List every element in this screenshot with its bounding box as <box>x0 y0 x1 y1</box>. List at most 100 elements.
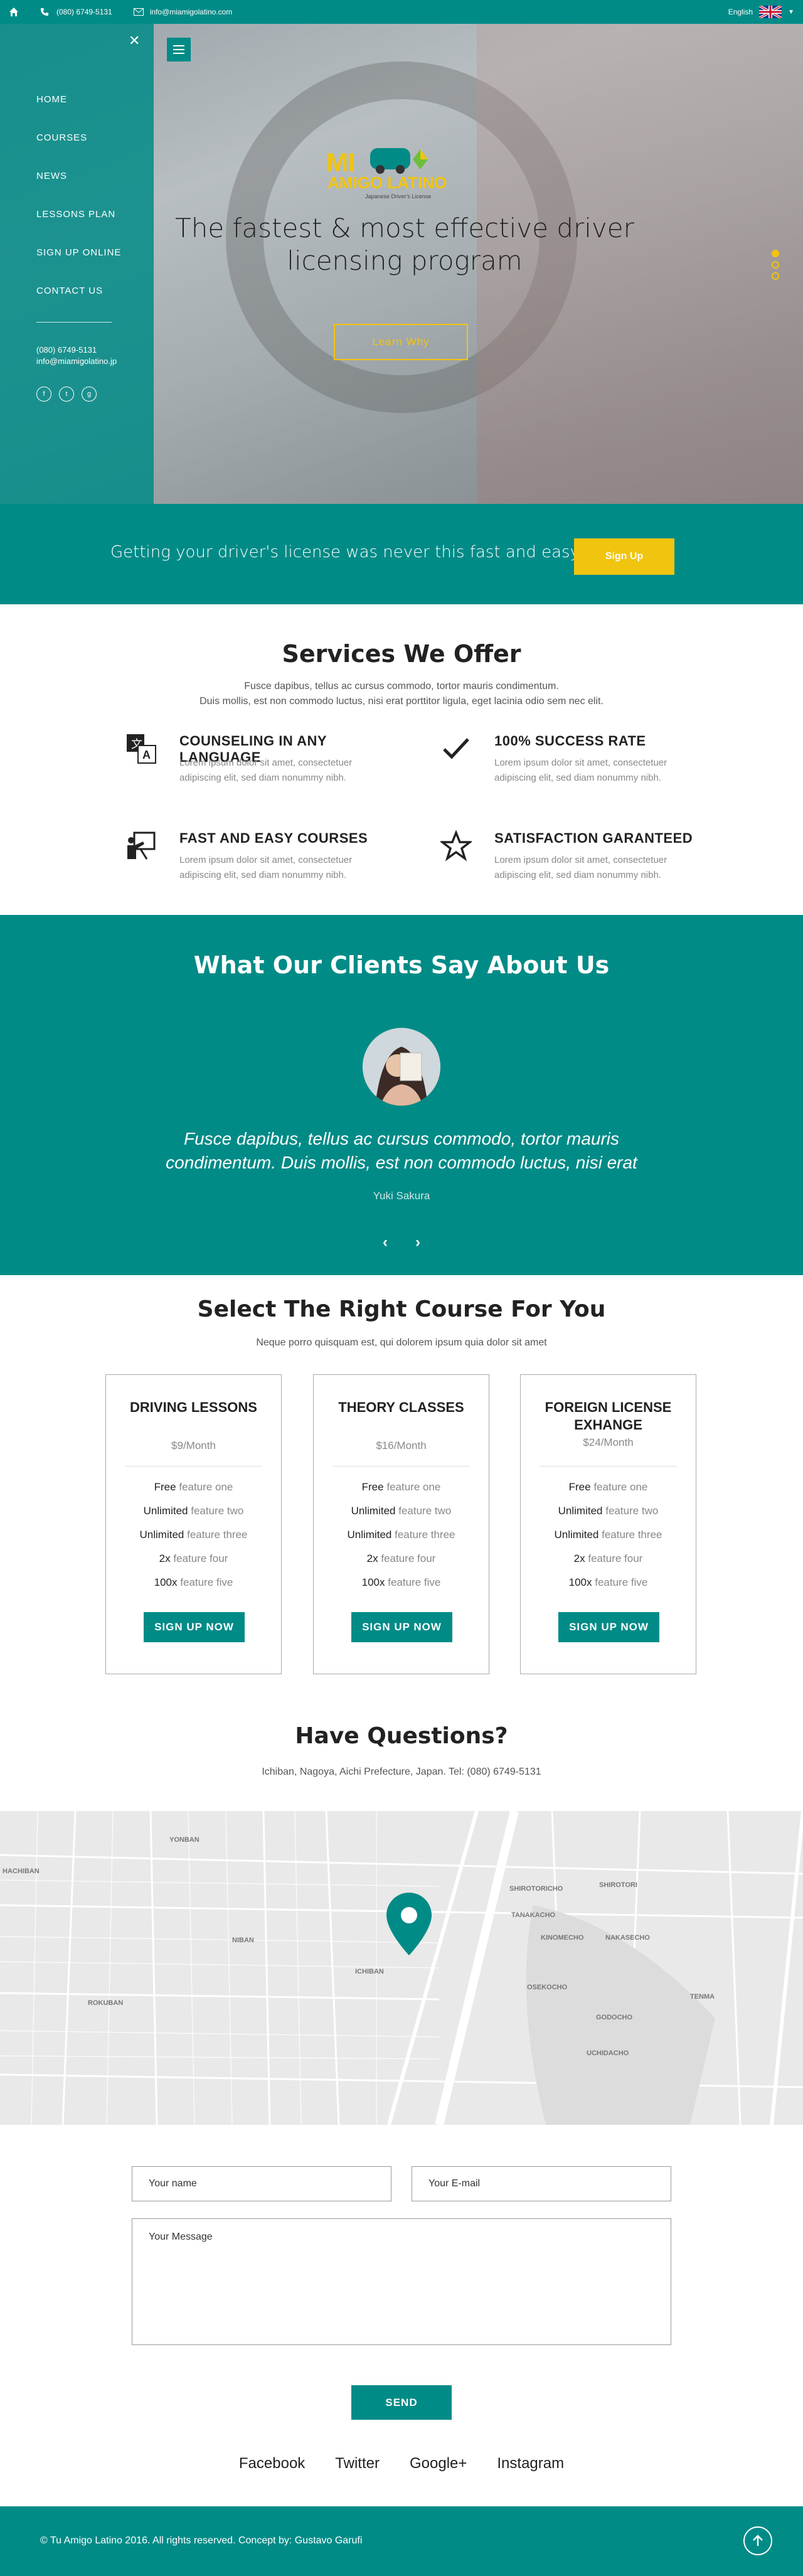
sidebar-nav: HOME COURSES NEWS LESSONS PLAN SIGN UP O… <box>36 94 121 324</box>
service-text: Lorem ipsum dolor sit amet, consectetuer… <box>179 855 353 880</box>
testimonial-author: Yuki Sakura <box>373 1190 430 1202</box>
testimonial-quote: Fusce dapibus, tellus ac cursus commodo,… <box>166 1129 637 1172</box>
sign-up-now-button[interactable]: SIGN UP NOW <box>351 1612 452 1642</box>
sidebar-item-contact-us[interactable]: CONTACT US <box>36 286 121 324</box>
map-label: KINOMECHO <box>541 1934 584 1942</box>
home-link[interactable] <box>9 7 19 17</box>
chevron-left-icon[interactable]: ‹ <box>383 1234 388 1251</box>
service-title: 100% SUCCESS RATE <box>494 733 646 749</box>
map-label: TANAKACHO <box>511 1911 556 1919</box>
sidebar-item-news[interactable]: NEWS <box>36 171 121 209</box>
send-button[interactable]: SEND <box>351 2385 452 2420</box>
service-text: Lorem ipsum dolor sit amet, consectetuer… <box>494 757 667 783</box>
facebook-icon[interactable]: f <box>36 387 51 402</box>
topbar-email[interactable]: info@miamigolatino.com <box>150 8 233 16</box>
learn-why-button[interactable]: Learn Why <box>334 324 468 360</box>
map-label: TENMA <box>690 1993 715 2001</box>
chevron-right-icon[interactable]: › <box>415 1234 420 1251</box>
slider-dot[interactable] <box>772 261 779 269</box>
plan-name: FOREIGN LICENSE EXHANGE <box>545 1399 672 1433</box>
courses-title: Select The Right Course For You <box>197 1296 606 1322</box>
facebook-link[interactable]: Facebook <box>239 2455 305 2472</box>
sidebar-phone[interactable]: (080) 6749-5131 <box>36 345 97 355</box>
plan-price: $24/Month <box>583 1436 634 1448</box>
map-label: ICHIBAN <box>355 1968 384 1975</box>
services-title: Services We Offer <box>282 640 521 668</box>
map-label: SHIROTORI <box>599 1881 637 1889</box>
teacher-icon <box>127 831 156 860</box>
pricing-card: DRIVING LESSONS $9/Month Free feature on… <box>105 1374 282 1674</box>
slider-dot[interactable] <box>772 250 779 257</box>
map-label: HACHIBAN <box>3 1868 40 1875</box>
map-label: NIBAN <box>232 1937 254 1944</box>
translate-icon: 文A <box>127 734 156 764</box>
service-title: SATISFACTION GARANTEED <box>494 830 693 846</box>
plan-feature: Free feature one <box>568 1481 648 1493</box>
twitter-icon[interactable]: t <box>59 387 74 402</box>
map-label: YONBAN <box>169 1836 199 1844</box>
mail-icon <box>133 8 144 16</box>
map-label: SHIROTORICHO <box>509 1885 563 1893</box>
avatar <box>363 1028 440 1106</box>
hamburger-menu-button[interactable] <box>167 38 191 61</box>
divider <box>36 322 112 323</box>
plan-feature: Free feature one <box>361 1481 441 1493</box>
back-to-top-button[interactable] <box>743 2526 772 2555</box>
service-text: Lorem ipsum dolor sit amet, consectetuer… <box>179 757 353 783</box>
plan-feature: 100x feature five <box>568 1576 648 1588</box>
banner-text: Getting your driver's license was never … <box>110 543 580 562</box>
plan-price: $9/Month <box>171 1440 216 1451</box>
email-field[interactable]: Your E-mail <box>412 2166 671 2201</box>
map-label: OSEKOCHO <box>527 1984 568 1991</box>
message-field[interactable]: Your Message <box>132 2218 671 2345</box>
hero-headline: The fastest & most effective driver licen… <box>175 213 634 276</box>
map-label: UCHIDACHO <box>587 2050 629 2057</box>
brand-logo[interactable]: MI AMIGO LATINO Japanese Driver's Licens… <box>326 143 471 206</box>
topbar-phone[interactable]: (080) 6749-5131 <box>56 8 112 16</box>
svg-text:Japanese Driver's License: Japanese Driver's License <box>365 193 431 200</box>
contact-title: Have Questions? <box>295 1723 508 1749</box>
plan-feature: Unlimited feature three <box>347 1529 455 1541</box>
hero-section: ✕ HOME COURSES NEWS LESSONS PLAN SIGN UP… <box>0 24 803 504</box>
home-icon <box>9 8 18 16</box>
uk-flag-icon <box>759 6 782 18</box>
sidebar-item-courses[interactable]: COURSES <box>36 132 121 171</box>
svg-text:AMIGO LATINO: AMIGO LATINO <box>327 173 447 192</box>
google-plus-link[interactable]: Google+ <box>410 2455 467 2472</box>
plan-feature: Unlimited feature three <box>139 1529 248 1541</box>
name-field[interactable]: Your name <box>132 2166 391 2201</box>
contact-address: Ichiban, Nagoya, Aichi Prefecture, Japan… <box>262 1766 541 1777</box>
svg-text:A: A <box>142 749 151 761</box>
instagram-link[interactable]: Instagram <box>497 2455 564 2472</box>
sign-up-now-button[interactable]: SIGN UP NOW <box>558 1612 659 1642</box>
language-selector[interactable]: English ▼ <box>728 6 794 18</box>
sidebar-item-lessons-plan[interactable]: LESSONS PLAN <box>36 209 121 247</box>
google-plus-icon[interactable]: g <box>82 387 97 402</box>
sidebar-item-home[interactable]: HOME <box>36 94 121 132</box>
pricing-card: THEORY CLASSES $16/Month Free feature on… <box>313 1374 489 1674</box>
plan-feature: 2x feature four <box>573 1553 643 1564</box>
top-bar: (080) 6749-5131 info@miamigolatino.com E… <box>0 0 803 24</box>
signup-banner: Getting your driver's license was never … <box>0 504 803 604</box>
svg-text:MI: MI <box>326 147 356 177</box>
map-label: ROKUBAN <box>88 1999 124 2007</box>
slider-dot[interactable] <box>772 272 779 280</box>
location-map[interactable]: YONBAN ICHIBAN NIBAN ROKUBAN SHIROTORICH… <box>0 1811 803 2125</box>
testimonials-title: What Our Clients Say About Us <box>193 951 610 979</box>
footer: © Tu Amigo Latino 2016. All rights reser… <box>0 2506 803 2576</box>
plan-name: DRIVING LESSONS <box>130 1399 257 1415</box>
map-label: NAKASECHO <box>605 1934 650 1942</box>
map-pin-icon[interactable] <box>386 1893 432 1955</box>
close-icon[interactable]: ✕ <box>129 33 140 49</box>
sign-up-button[interactable]: Sign Up <box>574 538 674 575</box>
sign-up-now-button[interactable]: SIGN UP NOW <box>144 1612 245 1642</box>
plan-feature: 100x feature five <box>154 1576 233 1588</box>
plan-feature: 2x feature four <box>366 1553 436 1564</box>
plan-feature: Unlimited feature three <box>554 1529 662 1541</box>
sidebar-email[interactable]: info@miamigolatino.jp <box>36 356 117 366</box>
plan-feature: Unlimited feature two <box>143 1505 244 1517</box>
pricing-card: FOREIGN LICENSE EXHANGE $24/Month Free fe… <box>520 1374 696 1674</box>
plan-feature: Unlimited feature two <box>558 1505 659 1517</box>
sidebar-item-sign-up-online[interactable]: SIGN UP ONLINE <box>36 247 121 286</box>
twitter-link[interactable]: Twitter <box>335 2455 380 2472</box>
